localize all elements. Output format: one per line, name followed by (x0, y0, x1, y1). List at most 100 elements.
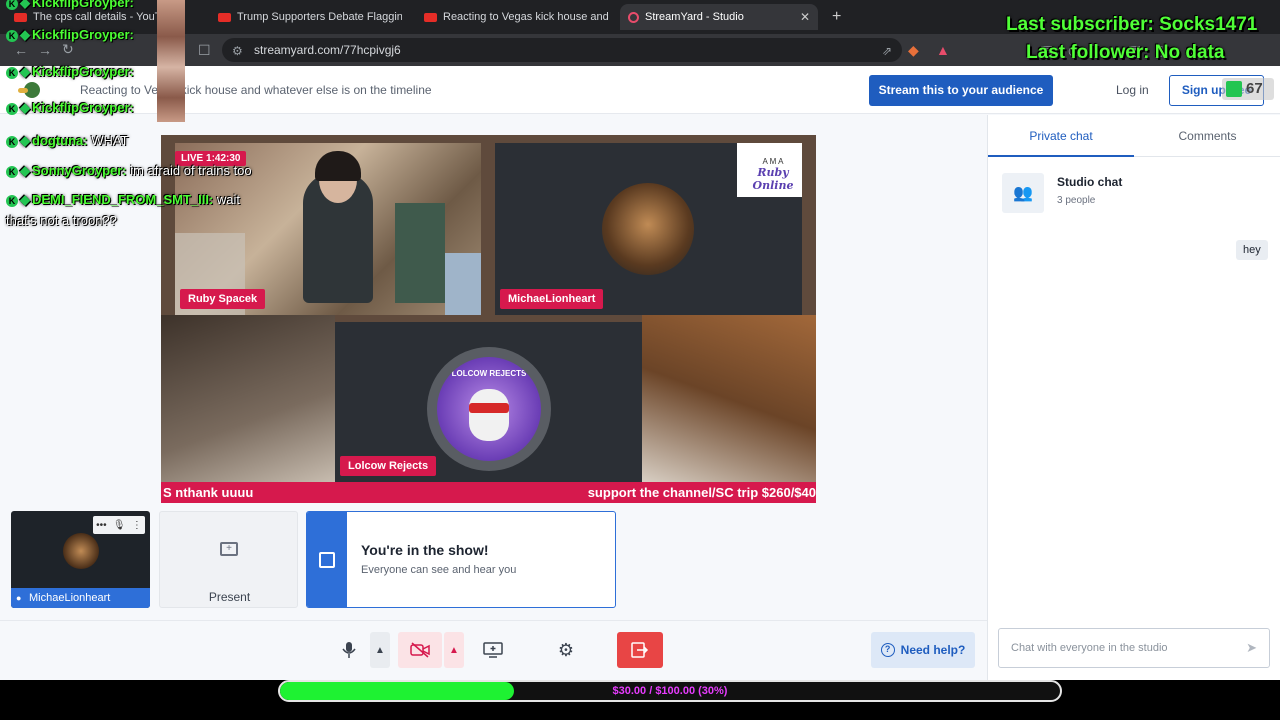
bookmark-icon[interactable]: ☐ (198, 42, 211, 59)
chat-username: KickflipGroyper: (32, 0, 134, 10)
self-name-label: ● MichaeLionheart (11, 588, 150, 608)
broadcast-title: Reacting to Vegas kick house and whateve… (80, 83, 432, 97)
ruby-online-logo: A M A Ruby Online (737, 143, 802, 197)
tab-label: Comments (1178, 129, 1237, 143)
tile-controls: ••• 🎙 ⋮ (93, 516, 145, 534)
chat-message: hey (1236, 240, 1268, 260)
chat-message-text: WHAT (91, 133, 129, 148)
avatar (602, 183, 694, 275)
self-preview-tile[interactable]: ••• 🎙 ⋮ ● MichaeLionheart (11, 511, 150, 608)
chat-panel: Private chat Comments 👥 Studio chat 3 pe… (987, 115, 1280, 680)
background-cat-left (161, 315, 335, 483)
microphone-icon[interactable] (334, 632, 364, 668)
chat-username: KickflipGroyper: (32, 64, 134, 79)
present-label: Present (208, 590, 251, 604)
donation-progress-track: $30.00 / $100.00 (30%) (278, 680, 1062, 702)
screen-share-icon: + (220, 542, 238, 556)
ticker-banner: S nthank uuuu support the channel/SC tri… (161, 482, 816, 503)
browser-tab-2[interactable]: Reacting to Vegas kick house and wh (424, 4, 608, 30)
stage: LIVE 1:42:30 Ruby Spacek A M A Ruby Onli… (161, 135, 816, 503)
help-icon: ? (880, 643, 895, 657)
brave-rewards-icon[interactable]: ▲ (936, 42, 950, 58)
need-help-button[interactable]: ? Need help? (871, 632, 975, 668)
chat-overlay-line: K ◆ dogtuna: WHAT (6, 133, 129, 149)
login-link[interactable]: Log in (1116, 83, 1149, 97)
hanging-clothes (395, 203, 445, 303)
chat-overlay-line: that's not a troon?? (6, 213, 117, 228)
youtube-icon (424, 12, 437, 22)
chat-username: SonnyGroyper: (32, 163, 127, 178)
avatar (63, 533, 99, 569)
logo-subtext: A M A (762, 157, 784, 166)
chat-message-text: wait (216, 192, 241, 207)
microphone-icon[interactable]: 🎙 (113, 520, 126, 531)
chat-overlay-line: K ◆ DEMI_FIEND_FROM_SMT_III: wait (6, 192, 240, 208)
stream-to-audience-button[interactable]: Stream this to your audience (869, 75, 1053, 106)
close-tab-icon[interactable]: ✕ (800, 10, 810, 24)
chat-input-placeholder: Chat with everyone in the studio (1011, 642, 1168, 654)
youtube-icon (218, 12, 231, 22)
gear-icon[interactable]: ⚙ (551, 632, 581, 668)
tab-comments[interactable]: Comments (1134, 115, 1280, 157)
new-tab-button[interactable]: + (832, 8, 841, 26)
address-bar[interactable]: ⚙ streamyard.com/77hcpivgj6 ⇗ (222, 38, 902, 62)
person-hair (315, 151, 361, 181)
browser-tab-1[interactable]: Trump Supporters Debate Flagging B (218, 4, 402, 30)
chat-message-text: im afraid of trains too (130, 163, 252, 178)
camera-off-icon[interactable] (398, 632, 442, 668)
lolcow-logo-text: LOLCOW REJECTS (451, 369, 527, 378)
chat-username: dogtuna: (32, 133, 88, 148)
chat-overlay-line: K ◆ KickflipGroyper: (6, 0, 134, 11)
participant-nametag: Ruby Spacek (180, 289, 266, 309)
chat-username: KickflipGroyper: (32, 100, 134, 115)
donation-progress-text: $30.00 / $100.00 (30%) (612, 685, 728, 697)
chat-input[interactable]: Chat with everyone in the studio ➤ (998, 628, 1270, 668)
diamond-icon: ◆ (20, 133, 30, 148)
viewer-count: 67 (1246, 80, 1263, 97)
browser-tab-title: StreamYard - Studio (645, 11, 744, 23)
kick-badge-icon: K (6, 165, 18, 178)
arrow-right-icon[interactable]: → (38, 42, 52, 58)
participant-nametag: MichaeLionheart (500, 289, 604, 309)
background-cat-right (642, 315, 816, 483)
arrow-left-icon[interactable]: ← (14, 42, 28, 58)
reload-icon[interactable]: ↻ (62, 41, 74, 58)
chat-overlay-line: K ◆ SonnyGroyper: im afraid of trains too (6, 163, 252, 179)
share-icon[interactable]: ⇗ (882, 39, 892, 63)
person-icon: ● (16, 593, 22, 603)
chevron-up-icon[interactable]: ▲ (444, 632, 464, 668)
browser-tab-title: Reacting to Vegas kick house and wh (443, 11, 608, 23)
banner-subtitle: Everyone can see and hear you (361, 564, 517, 576)
more-options-icon[interactable]: ⋮ (132, 520, 142, 531)
tab-label: Private chat (1029, 129, 1093, 143)
kick-badge-icon: K (6, 135, 18, 148)
banner-accent (307, 512, 347, 607)
cow-head (469, 389, 509, 441)
people-icon: 👥 (1002, 173, 1044, 213)
site-info-icon[interactable]: ⚙ (232, 39, 243, 63)
participant-nametag: Lolcow Rejects (340, 456, 437, 476)
streamyard-icon (628, 11, 639, 23)
present-button[interactable]: + Present (159, 511, 298, 608)
leave-studio-button[interactable] (617, 632, 663, 668)
send-icon[interactable]: ➤ (1246, 640, 1257, 656)
sequin-object (445, 253, 481, 315)
tab-private-chat[interactable]: Private chat (988, 115, 1134, 157)
audio-level-icon: ••• (96, 519, 107, 531)
screen-share-icon[interactable] (478, 632, 508, 668)
chat-message-text: that's not a troon?? (6, 213, 117, 228)
chat-overlay-line: K ◆ KickflipGroyper: (6, 27, 134, 43)
diamond-icon: ◆ (20, 0, 30, 10)
last-subscriber-overlay: Last subscriber: Socks1471 (1006, 14, 1258, 35)
chat-username: DEMI_FIEND_FROM_SMT_III: (32, 192, 214, 207)
kick-badge-icon: K (6, 29, 18, 42)
ticker-right-text: support the channel/SC trip $260/$40 (587, 485, 816, 500)
ticker-left-text: S nthank uuuu (163, 485, 254, 500)
studio-header: Reacting to Vegas kick house and whateve… (0, 66, 1280, 114)
chat-title: Studio chat (1057, 175, 1123, 189)
brave-shield-icon[interactable]: ◆ (908, 42, 919, 59)
browser-tab-3[interactable]: StreamYard - Studio ✕ (620, 4, 818, 30)
chevron-up-icon[interactable]: ▲ (370, 632, 390, 668)
studio-controls: ▲ ▲ ⚙ ? Need help? (0, 620, 987, 680)
lolcow-logo: LOLCOW REJECTS (437, 357, 541, 461)
